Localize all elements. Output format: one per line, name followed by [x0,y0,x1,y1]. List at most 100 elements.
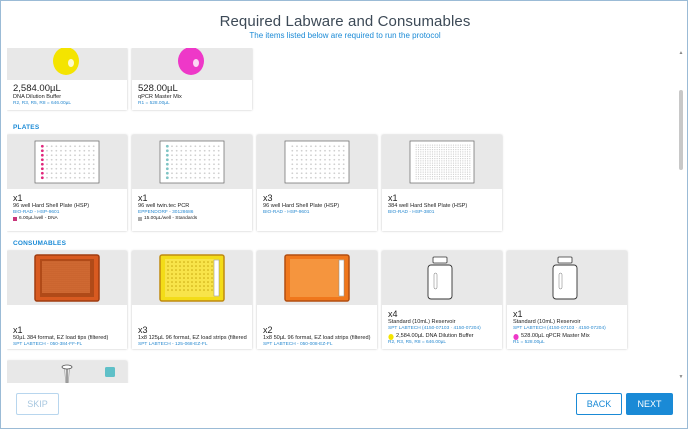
well [424,146,427,148]
well [338,163,340,166]
tip [171,265,173,267]
next-button[interactable]: NEXT [626,393,673,415]
tip [175,289,177,291]
tip [199,285,201,287]
well [459,173,462,175]
well [88,145,90,148]
well [165,153,169,157]
well [60,154,62,157]
well [424,155,427,157]
tip [167,273,169,275]
reagent-image [7,48,127,80]
well [88,154,90,157]
well [171,149,173,152]
well [319,167,322,170]
vertical-scrollbar[interactable]: ▲ ▼ [678,50,684,380]
drop-icon [388,333,394,340]
well [417,144,420,146]
tip [80,279,82,281]
tip [56,269,58,271]
back-button[interactable]: BACK [576,393,622,415]
well [455,151,457,153]
tip [80,269,82,271]
tip [86,265,88,267]
reagent-card: 528.00µL qPCR Master Mix R1 = 528.00µL [132,48,252,110]
well [78,154,81,157]
well [436,144,438,146]
well [333,145,336,148]
tip [86,285,88,287]
well [466,153,469,155]
well [457,149,459,151]
tip [76,287,78,289]
well [92,149,95,152]
tip [58,287,60,289]
tip [62,271,64,273]
scroll-up-icon[interactable]: ▲ [678,50,684,56]
well [74,163,76,166]
tip [78,283,80,285]
tip [76,281,78,283]
well [422,151,424,153]
well [415,155,417,157]
strip-box-icon [284,254,350,302]
tip [70,273,72,275]
tip [60,285,62,287]
well [310,145,312,148]
well [199,158,201,161]
pin-tool-icon [61,364,115,383]
strip-box-image [132,251,252,305]
plate-icon [159,140,225,184]
well [420,162,422,164]
tip [46,271,48,273]
tip [78,277,80,279]
well [452,153,455,155]
well [434,164,436,166]
well [434,162,436,164]
well [462,149,464,151]
tip [56,267,58,269]
tip [80,263,82,265]
well [180,176,183,179]
well [422,153,424,155]
well [88,176,90,179]
well [457,153,459,155]
tip [64,263,66,265]
well [305,167,308,170]
tip [82,265,84,267]
tip [199,261,201,263]
tip [66,269,68,271]
tip [74,291,76,293]
well [464,162,466,164]
labware-list[interactable]: 2,584.00µL DNA Dilution Buffer R2, R3, R… [7,48,677,383]
well [434,178,436,180]
well [427,167,429,169]
well [427,171,429,173]
tip [195,289,197,291]
tip [191,261,193,263]
well [64,167,67,170]
tip [44,283,46,285]
well [429,176,431,178]
tip [56,263,58,265]
tip [72,289,74,291]
well [431,146,434,148]
well [431,151,434,153]
well [427,151,429,153]
scroll-thumb[interactable] [679,90,683,170]
tip [46,289,48,291]
well [300,154,303,157]
well [199,176,201,179]
well [175,158,178,161]
well [427,164,429,166]
consumable-card: x1 50µL 384 format, EZ load tips (filter… [7,251,127,349]
section-label-consumables: CONSUMABLES [13,240,67,247]
well [417,176,420,178]
well [441,167,443,169]
well [175,163,178,166]
well [466,149,469,151]
tip [52,291,54,293]
well [431,155,434,157]
scroll-down-icon[interactable]: ▼ [678,374,684,380]
skip-button[interactable]: SKIP [16,393,59,415]
